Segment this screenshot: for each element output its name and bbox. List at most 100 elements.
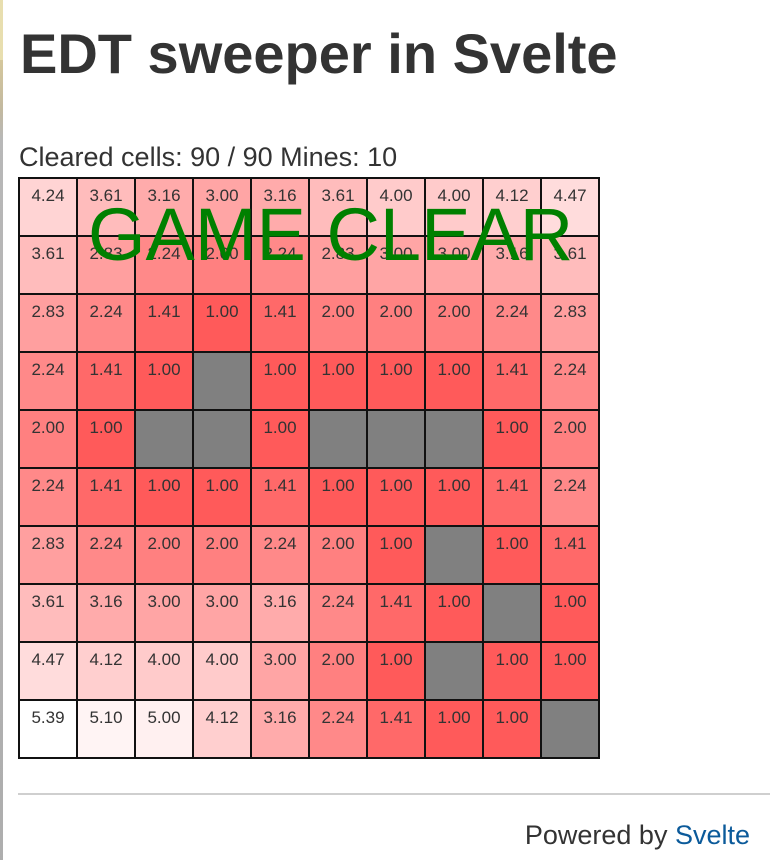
board-cell[interactable]: 3.00 <box>192 583 252 643</box>
board-cell[interactable]: 3.61 <box>540 235 600 295</box>
board-cell[interactable]: 3.00 <box>134 583 194 643</box>
board-cell[interactable]: 5.39 <box>18 699 78 759</box>
board-cell[interactable]: 1.00 <box>308 351 368 411</box>
board-cell[interactable]: 3.16 <box>250 583 310 643</box>
board-cell[interactable]: 2.24 <box>482 293 542 353</box>
board-cell[interactable]: 2.24 <box>308 699 368 759</box>
mine-cell[interactable] <box>424 409 484 469</box>
board-cell[interactable]: 1.00 <box>482 409 542 469</box>
board-cell[interactable]: 2.00 <box>424 293 484 353</box>
board-cell[interactable]: 4.12 <box>482 177 542 237</box>
board-cell[interactable]: 1.41 <box>250 467 310 527</box>
board-cell[interactable]: 1.00 <box>250 351 310 411</box>
board-cell[interactable]: 2.00 <box>308 293 368 353</box>
board-cell[interactable]: 1.00 <box>366 525 426 585</box>
board-cell[interactable]: 3.61 <box>18 235 78 295</box>
board-cell[interactable]: 1.00 <box>366 641 426 701</box>
board-cell[interactable]: 4.12 <box>192 699 252 759</box>
board-cell[interactable]: 4.00 <box>424 177 484 237</box>
board-cell[interactable]: 4.00 <box>192 641 252 701</box>
board-cell[interactable]: 3.16 <box>482 235 542 295</box>
board-cell[interactable]: 3.16 <box>250 177 310 237</box>
board-cell[interactable]: 1.00 <box>482 525 542 585</box>
board-cell[interactable]: 1.41 <box>134 293 194 353</box>
board-cell[interactable]: 2.83 <box>18 293 78 353</box>
board-cell[interactable]: 2.24 <box>250 235 310 295</box>
board-cell[interactable]: 1.41 <box>366 699 426 759</box>
board-cell[interactable]: 2.24 <box>18 467 78 527</box>
board-cell[interactable]: 2.00 <box>308 525 368 585</box>
board-cell[interactable]: 4.47 <box>18 641 78 701</box>
board-cell[interactable]: 1.00 <box>482 699 542 759</box>
board-cell[interactable]: 3.61 <box>76 177 136 237</box>
board-cell[interactable]: 1.00 <box>250 409 310 469</box>
board-cell[interactable]: 1.00 <box>134 467 194 527</box>
board-cell[interactable]: 1.41 <box>482 467 542 527</box>
mine-cell[interactable] <box>192 409 252 469</box>
mine-cell[interactable] <box>424 641 484 701</box>
board-cell[interactable]: 2.24 <box>134 235 194 295</box>
svelte-link[interactable]: Svelte <box>675 820 750 850</box>
board-cell[interactable]: 1.00 <box>192 293 252 353</box>
mine-cell[interactable] <box>540 699 600 759</box>
board-cell[interactable]: 1.00 <box>134 351 194 411</box>
board-cell[interactable]: 2.00 <box>308 641 368 701</box>
board-cell[interactable]: 3.61 <box>18 583 78 643</box>
board-cell[interactable]: 1.00 <box>424 351 484 411</box>
board-cell[interactable]: 2.24 <box>540 467 600 527</box>
board-cell[interactable]: 2.00 <box>366 293 426 353</box>
mine-cell[interactable] <box>482 583 542 643</box>
board-cell[interactable]: 1.00 <box>540 641 600 701</box>
board-cell[interactable]: 2.24 <box>250 525 310 585</box>
board-cell[interactable]: 1.00 <box>482 641 542 701</box>
board-cell[interactable]: 1.00 <box>424 583 484 643</box>
board-cell[interactable]: 3.00 <box>424 235 484 295</box>
board-cell[interactable]: 2.83 <box>540 293 600 353</box>
board-cell[interactable]: 2.83 <box>308 235 368 295</box>
board-cell[interactable]: 4.12 <box>76 641 136 701</box>
board-cell[interactable]: 1.00 <box>424 699 484 759</box>
board-cell[interactable]: 3.61 <box>308 177 368 237</box>
board-cell[interactable]: 3.00 <box>192 177 252 237</box>
mine-cell[interactable] <box>424 525 484 585</box>
board-cell[interactable]: 2.24 <box>76 525 136 585</box>
board-cell[interactable]: 1.41 <box>250 293 310 353</box>
board-cell[interactable]: 1.00 <box>192 467 252 527</box>
board-cell[interactable]: 5.10 <box>76 699 136 759</box>
board-cell[interactable]: 4.47 <box>540 177 600 237</box>
board-cell[interactable]: 1.41 <box>366 583 426 643</box>
board-cell[interactable]: 2.00 <box>192 525 252 585</box>
board-cell[interactable]: 2.00 <box>18 409 78 469</box>
board-cell[interactable]: 3.16 <box>134 177 194 237</box>
board-cell[interactable]: 3.00 <box>366 235 426 295</box>
board-cell[interactable]: 1.00 <box>366 467 426 527</box>
board-cell[interactable]: 4.24 <box>18 177 78 237</box>
board-cell[interactable]: 3.16 <box>250 699 310 759</box>
board-cell[interactable]: 4.00 <box>366 177 426 237</box>
board-cell[interactable]: 2.24 <box>540 351 600 411</box>
board-cell[interactable]: 1.41 <box>76 467 136 527</box>
mine-cell[interactable] <box>308 409 368 469</box>
board-cell[interactable]: 2.00 <box>134 525 194 585</box>
board-cell[interactable]: 1.00 <box>366 351 426 411</box>
board-cell[interactable]: 1.00 <box>76 409 136 469</box>
board-cell[interactable]: 2.24 <box>18 351 78 411</box>
board-cell[interactable]: 1.00 <box>308 467 368 527</box>
board-cell[interactable]: 2.83 <box>18 525 78 585</box>
board-cell[interactable]: 1.00 <box>424 467 484 527</box>
board-cell[interactable]: 1.41 <box>482 351 542 411</box>
board-cell[interactable]: 3.00 <box>250 641 310 701</box>
board-cell[interactable]: 2.24 <box>308 583 368 643</box>
board-cell[interactable]: 1.41 <box>76 351 136 411</box>
board-cell[interactable]: 5.00 <box>134 699 194 759</box>
mine-cell[interactable] <box>134 409 194 469</box>
board-cell[interactable]: 2.83 <box>76 235 136 295</box>
board-cell[interactable]: 1.00 <box>540 583 600 643</box>
mine-cell[interactable] <box>192 351 252 411</box>
board-cell[interactable]: 2.00 <box>540 409 600 469</box>
mine-cell[interactable] <box>366 409 426 469</box>
board-cell[interactable]: 4.00 <box>134 641 194 701</box>
board-cell[interactable]: 3.16 <box>76 583 136 643</box>
board-cell[interactable]: 1.41 <box>540 525 600 585</box>
board-cell[interactable]: 2.00 <box>192 235 252 295</box>
